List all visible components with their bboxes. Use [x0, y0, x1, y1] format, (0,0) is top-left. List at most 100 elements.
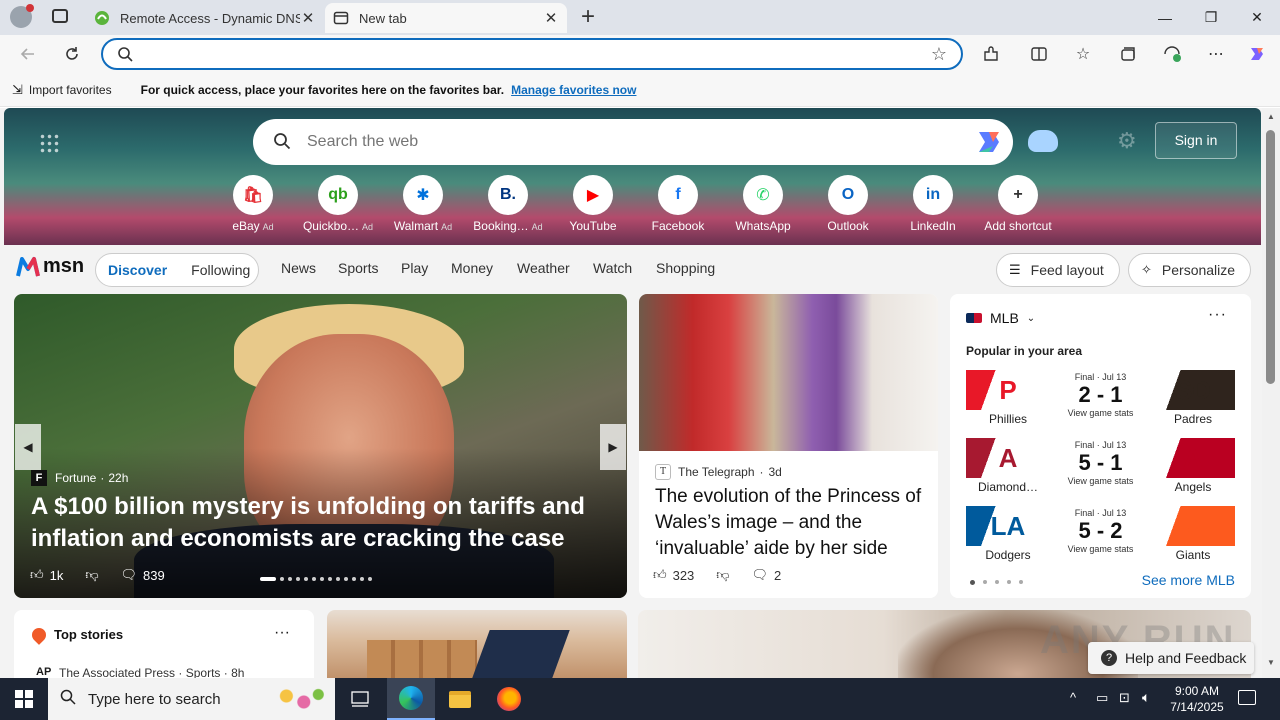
personalize-button[interactable]: ✧ Personalize: [1128, 253, 1251, 287]
nav-sports[interactable]: Sports: [338, 260, 378, 276]
sign-in-button[interactable]: Sign in: [1155, 122, 1237, 159]
like-icon[interactable]: 👍︎: [30, 567, 44, 583]
extensions-icon[interactable]: [975, 38, 1007, 70]
tab-close-icon[interactable]: ✕: [543, 9, 559, 27]
settings-gear-icon[interactable]: ⚙: [1117, 128, 1137, 154]
mlb-game[interactable]: A Diamond… Final · Jul 13 5 - 1 View game st…: [966, 438, 1235, 498]
shortcut-4[interactable]: B. Booking… Ad: [466, 175, 550, 233]
favorites-icon[interactable]: ☆: [1067, 38, 1099, 70]
shortcut-3[interactable]: ✱ Walmart Ad: [381, 175, 465, 233]
shortcut-7[interactable]: ✆ WhatsApp: [721, 175, 805, 233]
web-search-box[interactable]: [253, 119, 1013, 165]
tab-following[interactable]: Following: [191, 262, 250, 278]
tab-remote-access[interactable]: Remote Access - Dynamic DNS - … ✕: [86, 3, 324, 33]
nav-money[interactable]: Money: [451, 260, 493, 276]
network-icon[interactable]: ▭: [1096, 690, 1108, 706]
restore-button[interactable]: ❐: [1188, 0, 1234, 35]
shortcut-1[interactable]: 🛍 eBay Ad: [211, 175, 295, 233]
scroll-down-icon[interactable]: ▼: [1267, 658, 1275, 667]
shortcut-5[interactable]: ▶ YouTube: [551, 175, 635, 233]
taskbar-search-box[interactable]: Type here to search: [48, 678, 335, 720]
manage-favorites-link[interactable]: Manage favorites now: [511, 83, 636, 97]
team-away[interactable]: SD Padres: [1151, 370, 1235, 430]
story-headline[interactable]: A $100 billion mystery is unfolding on t…: [31, 491, 601, 555]
team-away[interactable]: SF Giants: [1151, 506, 1235, 566]
shortcut-2[interactable]: qb Quickbo… Ad: [296, 175, 380, 233]
web-search-input[interactable]: [307, 133, 927, 151]
mlb-game[interactable]: LA Dodgers Final · Jul 13 5 - 2 View game st…: [966, 506, 1235, 566]
tab-discover[interactable]: Discover: [108, 262, 167, 278]
see-more-mlb-link[interactable]: See more MLB: [1142, 572, 1235, 588]
notifications-icon[interactable]: [1238, 690, 1256, 705]
team-home[interactable]: P Phillies: [966, 370, 1050, 430]
view-game-stats-link[interactable]: View game stats: [1056, 408, 1145, 418]
carousel-next-button[interactable]: ▶: [600, 424, 626, 470]
nav-shopping[interactable]: Shopping: [656, 260, 715, 276]
import-favorites-button[interactable]: Import favorites: [29, 83, 112, 97]
show-hidden-icons-button[interactable]: ^: [1070, 690, 1076, 705]
tab-actions-icon[interactable]: [52, 9, 68, 23]
new-tab-button[interactable]: +: [574, 3, 602, 31]
tab-new-tab[interactable]: New tab ✕: [325, 3, 567, 33]
refresh-button[interactable]: [56, 38, 88, 70]
file-explorer-icon[interactable]: [436, 678, 484, 720]
team-home[interactable]: LA Dodgers: [966, 506, 1050, 566]
more-options-icon[interactable]: ···: [274, 624, 290, 642]
dislike-icon[interactable]: 👎︎: [716, 567, 729, 583]
nav-watch[interactable]: Watch: [593, 260, 632, 276]
comment-icon[interactable]: 🗨︎: [752, 567, 769, 583]
shortcut-8[interactable]: O Outlook: [806, 175, 890, 233]
more-options-icon[interactable]: ···: [1208, 306, 1227, 324]
weather-icon[interactable]: [1028, 130, 1058, 152]
mlb-game[interactable]: P Phillies Final · Jul 13 2 - 1 View game st…: [966, 370, 1235, 430]
settings-more-icon[interactable]: ⋯: [1200, 38, 1232, 70]
help-feedback-button[interactable]: ? Help and Feedback: [1088, 642, 1254, 674]
story-card-warehouse[interactable]: [327, 610, 627, 678]
scrollbar-thumb[interactable]: [1266, 130, 1275, 384]
edge-taskbar-icon[interactable]: [387, 678, 435, 720]
mlb-page-dots[interactable]: [970, 580, 1023, 585]
back-button[interactable]: [12, 38, 44, 70]
favorite-star-icon[interactable]: ☆: [931, 44, 947, 65]
feed-layout-button[interactable]: ☰ Feed layout: [996, 253, 1120, 287]
start-button[interactable]: [0, 678, 48, 720]
tab-close-icon[interactable]: ✕: [300, 9, 316, 27]
msn-logo[interactable]: msn: [16, 255, 84, 278]
browser-essentials-icon[interactable]: [1156, 38, 1188, 70]
clock[interactable]: 9:00 AM 7/14/2025: [1168, 683, 1226, 715]
profile-icon[interactable]: [10, 4, 34, 28]
team-away[interactable]: A Angels: [1151, 438, 1235, 498]
page-scrollbar[interactable]: ▲ ▼: [1262, 108, 1280, 678]
volume-icon[interactable]: 🔈︎: [1142, 689, 1150, 706]
like-icon[interactable]: 👍︎: [653, 567, 667, 583]
nav-news[interactable]: News: [281, 260, 316, 276]
shortcut-9[interactable]: in LinkedIn: [891, 175, 975, 233]
view-game-stats-link[interactable]: View game stats: [1056, 476, 1145, 486]
nav-play[interactable]: Play: [401, 260, 428, 276]
firefox-icon[interactable]: [485, 678, 533, 720]
app-launcher-icon[interactable]: [39, 133, 59, 153]
team-home[interactable]: A Diamond…: [966, 438, 1050, 498]
carousel-prev-button[interactable]: ◀: [15, 424, 41, 470]
scroll-up-icon[interactable]: ▲: [1267, 112, 1275, 121]
mlb-header[interactable]: MLB ⌄: [966, 310, 1035, 326]
close-window-button[interactable]: ✕: [1234, 0, 1280, 35]
comment-icon[interactable]: 🗨︎: [121, 567, 138, 583]
copilot-icon[interactable]: [1241, 38, 1273, 70]
dislike-icon[interactable]: 👎︎: [85, 567, 98, 583]
side-story-card[interactable]: T The Telegraph · 3d The evolution of th…: [639, 294, 938, 598]
split-screen-icon[interactable]: [1023, 38, 1055, 70]
copilot-icon[interactable]: [973, 126, 1005, 158]
carousel-indicator[interactable]: [260, 577, 372, 581]
task-view-icon[interactable]: [340, 678, 380, 720]
collections-icon[interactable]: [1112, 38, 1144, 70]
network-status-icon[interactable]: ⊡: [1119, 690, 1130, 706]
shortcut-10[interactable]: + Add shortcut: [976, 175, 1060, 233]
minimize-button[interactable]: —: [1142, 0, 1188, 35]
view-game-stats-link[interactable]: View game stats: [1056, 544, 1145, 554]
nav-weather[interactable]: Weather: [517, 260, 570, 276]
story-headline[interactable]: The evolution of the Princess of Wales’s…: [655, 484, 930, 562]
main-story-card[interactable]: ◀ ▶ F Fortune · 22h A $100 billion myste…: [14, 294, 627, 598]
shortcut-6[interactable]: f Facebook: [636, 175, 720, 233]
address-bar[interactable]: ☆: [101, 38, 963, 70]
